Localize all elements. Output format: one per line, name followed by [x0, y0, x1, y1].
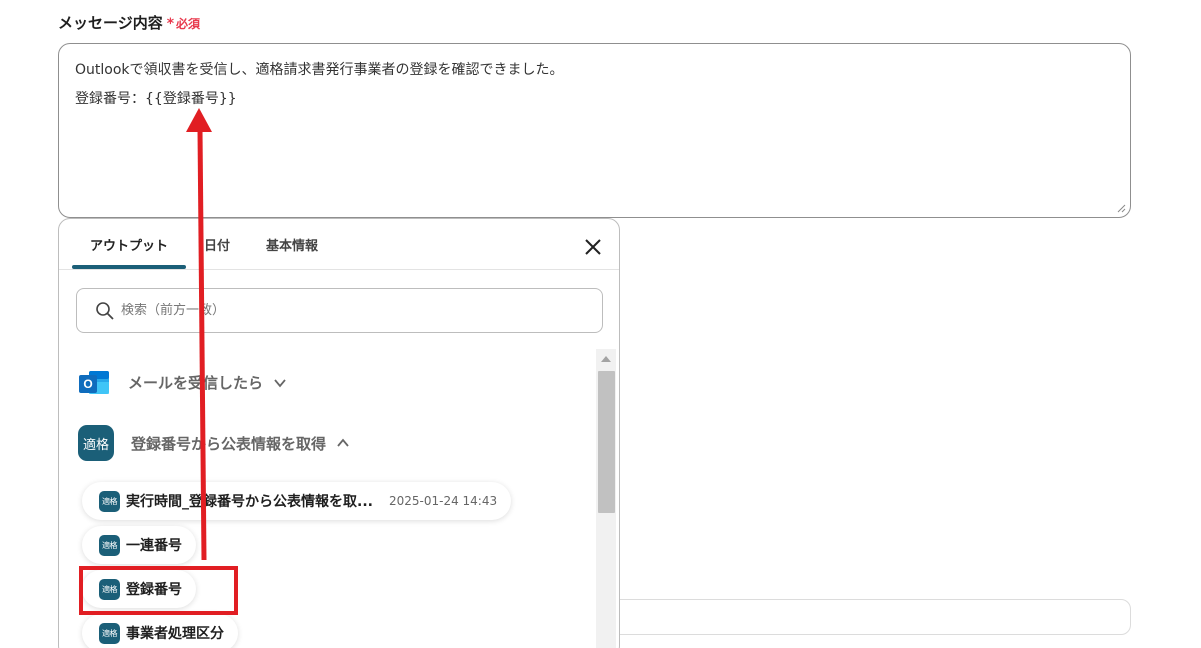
qualified-badge-icon: 適格 — [99, 622, 120, 644]
scrollbar[interactable] — [596, 349, 616, 648]
field-label-text: メッセージ内容 — [58, 14, 163, 32]
scroll-thumb[interactable] — [598, 371, 615, 513]
svg-text:O: O — [83, 377, 92, 391]
message-content-label: メッセージ内容 * 必須 — [58, 12, 200, 33]
output-item-label: 一連番号 — [126, 538, 182, 554]
chevron-up-icon[interactable] — [336, 436, 350, 450]
search-icon — [96, 301, 114, 320]
output-item-timestamp: 2025-01-24 14:43 — [388, 494, 498, 508]
background-input-field[interactable] — [600, 599, 1131, 635]
required-text: 必須 — [176, 17, 201, 31]
qualified-badge-icon: 適格 — [99, 534, 120, 556]
message-line-2: 登録番号：{{登録番号}} — [75, 91, 237, 107]
annotation-highlight-box — [79, 566, 238, 615]
required-asterisk: * — [166, 16, 175, 32]
scroll-up-arrow-icon[interactable] — [601, 356, 611, 362]
resize-handle-icon[interactable] — [1116, 203, 1126, 213]
group-title-mail: メールを受信したら — [128, 374, 264, 392]
message-line-1: Outlookで領収書を受信し、適格請求書発行事業者の登録を確認できました。 — [75, 62, 564, 78]
chevron-down-icon[interactable] — [273, 376, 287, 390]
group-mail-received[interactable]: O メールを受信したら — [78, 366, 287, 399]
output-item-label: 事業者処理区分 — [126, 626, 224, 642]
close-icon[interactable] — [583, 237, 603, 257]
output-item-label: 実行時間_登録番号から公表情報を取... — [126, 494, 373, 510]
output-item-business-type[interactable]: 適格 事業者処理区分 — [82, 614, 238, 648]
tab-output[interactable]: アウトプット — [72, 219, 187, 269]
group-fetch-public-info[interactable]: 適格 登録番号から公表情報を取得 — [78, 425, 350, 461]
group-title-fetch: 登録番号から公表情報を取得 — [131, 434, 327, 453]
outlook-icon: O — [79, 371, 109, 394]
tab-basic-info[interactable]: 基本情報 — [248, 219, 336, 269]
search-input[interactable] — [121, 303, 541, 318]
search-box — [76, 288, 603, 333]
tabs-divider — [59, 269, 619, 270]
qualified-badge-icon: 適格 — [78, 425, 114, 461]
output-item-serial-number[interactable]: 適格 一連番号 — [82, 526, 196, 564]
output-item-execution-time[interactable]: 適格 実行時間_登録番号から公表情報を取... 2025-01-24 14:43 — [82, 482, 512, 520]
tab-date[interactable]: 日付 — [186, 219, 248, 269]
popup-tabs: アウトプット 日付 基本情報 — [72, 219, 336, 269]
message-content-textarea[interactable]: Outlookで領収書を受信し、適格請求書発行事業者の登録を確認できました。 登… — [58, 43, 1131, 218]
qualified-badge-icon: 適格 — [99, 490, 120, 512]
